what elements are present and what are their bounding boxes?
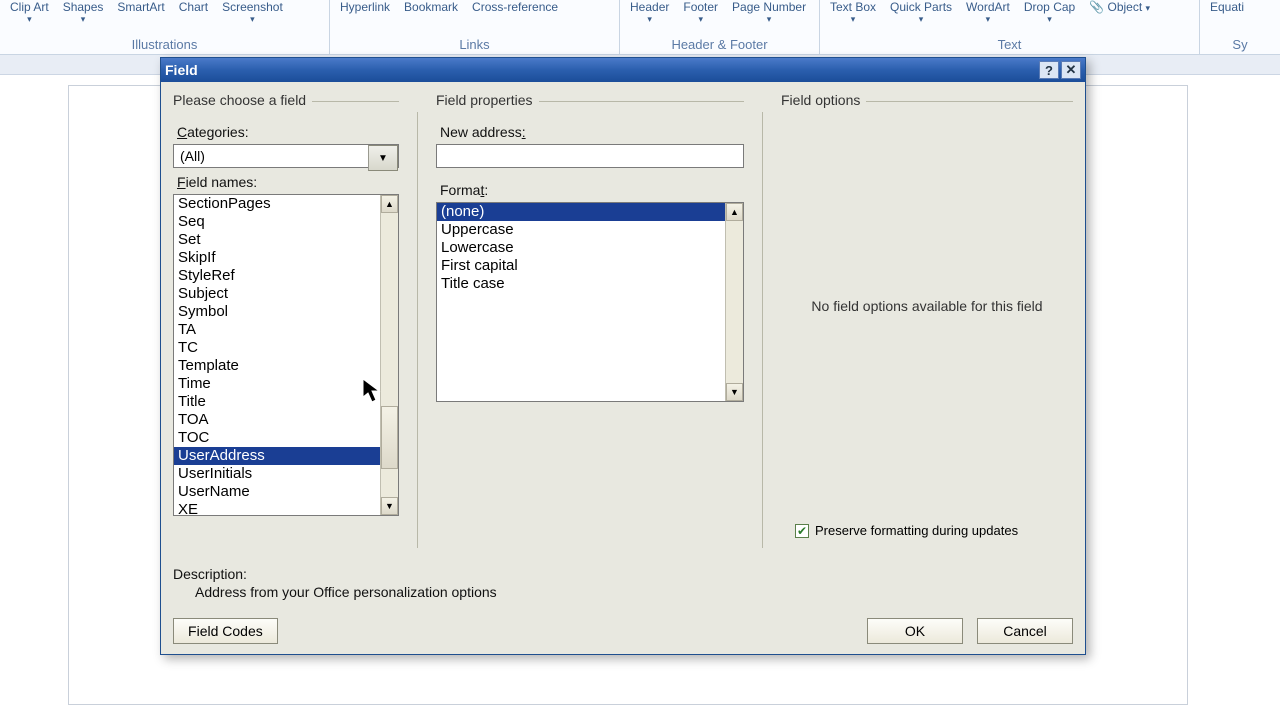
ribbon-group-label: Text bbox=[826, 37, 1193, 54]
ribbon-group-label: Sy bbox=[1206, 37, 1274, 54]
no-options-message: No field options available for this fiel… bbox=[781, 298, 1073, 314]
ribbon-item-wordart[interactable]: WordArt▾ bbox=[962, 0, 1014, 25]
scrollbar[interactable]: ▲ ▼ bbox=[725, 203, 743, 401]
ribbon-item-crossref[interactable]: Cross-reference bbox=[468, 0, 562, 14]
ribbon-group-label: Header & Footer bbox=[626, 37, 813, 54]
list-item[interactable]: UserInitials bbox=[174, 465, 380, 483]
field-properties-label: Field properties bbox=[436, 92, 533, 108]
ribbon-item-shapes[interactable]: Shapes▾ bbox=[59, 0, 108, 25]
scroll-down-icon[interactable]: ▼ bbox=[381, 497, 398, 515]
description-text: Address from your Office personalization… bbox=[195, 584, 1073, 600]
ribbon-item-object[interactable]: 📎 Object ▾ bbox=[1085, 0, 1154, 14]
chevron-down-icon[interactable]: ▼ bbox=[368, 145, 398, 171]
list-item[interactable]: First capital bbox=[437, 257, 725, 275]
dialog-titlebar[interactable]: Field ? ✕ bbox=[161, 58, 1085, 82]
list-item[interactable]: TOA bbox=[174, 411, 380, 429]
list-item[interactable]: SkipIf bbox=[174, 249, 380, 267]
list-item[interactable]: StyleRef bbox=[174, 267, 380, 285]
scroll-down-icon[interactable]: ▼ bbox=[726, 383, 743, 401]
format-label: Format: bbox=[440, 182, 744, 198]
list-item[interactable]: Uppercase bbox=[437, 221, 725, 239]
new-address-label: New address: bbox=[440, 124, 744, 140]
list-item[interactable]: Time bbox=[174, 375, 380, 393]
checkbox-icon[interactable]: ✔ bbox=[795, 524, 809, 538]
list-item[interactable]: (none) bbox=[437, 203, 725, 221]
field-codes-button[interactable]: Field Codes bbox=[173, 618, 278, 644]
ribbon-item-equation[interactable]: Equati bbox=[1206, 0, 1248, 14]
list-item[interactable]: Symbol bbox=[174, 303, 380, 321]
ribbon-item-bookmark[interactable]: Bookmark bbox=[400, 0, 462, 14]
ribbon-group-illustrations: Clip Art▾ Shapes▾ SmartArt Chart Screens… bbox=[0, 0, 330, 54]
ribbon-group-label: Links bbox=[336, 37, 613, 54]
close-button[interactable]: ✕ bbox=[1061, 61, 1081, 79]
ribbon-item-dropcap[interactable]: Drop Cap▾ bbox=[1020, 0, 1079, 25]
categories-value: (All) bbox=[174, 145, 368, 167]
ribbon-group-symbols: Equati Sy bbox=[1200, 0, 1280, 54]
ribbon-item-pagenumber[interactable]: Page Number▾ bbox=[728, 0, 810, 25]
help-button[interactable]: ? bbox=[1039, 61, 1059, 79]
list-item[interactable]: Title case bbox=[437, 275, 725, 293]
list-item[interactable]: Set bbox=[174, 231, 380, 249]
preserve-formatting-checkbox[interactable]: ✔ Preserve formatting during updates bbox=[795, 523, 1073, 538]
list-item[interactable]: Title bbox=[174, 393, 380, 411]
ribbon-group-headerfooter: Header▾ Footer▾ Page Number▾ Header & Fo… bbox=[620, 0, 820, 54]
cancel-button[interactable]: Cancel bbox=[977, 618, 1073, 644]
list-item[interactable]: Seq bbox=[174, 213, 380, 231]
format-list[interactable]: (none)UppercaseLowercaseFirst capitalTit… bbox=[436, 202, 744, 402]
field-names-list[interactable]: SectionPagesSeqSetSkipIfStyleRefSubjectS… bbox=[173, 194, 399, 516]
preserve-label: Preserve formatting during updates bbox=[815, 523, 1018, 538]
ok-button[interactable]: OK bbox=[867, 618, 963, 644]
ribbon-item-screenshot[interactable]: Screenshot▾ bbox=[218, 0, 287, 25]
list-item[interactable]: Template bbox=[174, 357, 380, 375]
scroll-up-icon[interactable]: ▲ bbox=[381, 195, 398, 213]
ribbon-item-chart[interactable]: Chart bbox=[175, 0, 212, 14]
list-item[interactable]: TOC bbox=[174, 429, 380, 447]
new-address-input[interactable] bbox=[436, 144, 744, 168]
ribbon-item-smartart[interactable]: SmartArt bbox=[113, 0, 168, 14]
description-label: Description: bbox=[173, 566, 1073, 582]
categories-combo[interactable]: (All) ▼ bbox=[173, 144, 399, 168]
list-item[interactable]: UserAddress bbox=[174, 447, 380, 465]
ribbon-item-textbox[interactable]: Text Box▾ bbox=[826, 0, 880, 25]
list-item[interactable]: XE bbox=[174, 501, 380, 515]
ribbon-group-text: Text Box▾ Quick Parts▾ WordArt▾ Drop Cap… bbox=[820, 0, 1200, 54]
scrollbar[interactable]: ▲ ▼ bbox=[380, 195, 398, 515]
dialog-title: Field bbox=[165, 62, 198, 78]
field-dialog: Field ? ✕ Please choose a field Categori… bbox=[160, 57, 1086, 655]
list-item[interactable]: TC bbox=[174, 339, 380, 357]
ribbon-item-header[interactable]: Header▾ bbox=[626, 0, 673, 25]
list-item[interactable]: SectionPages bbox=[174, 195, 380, 213]
ribbon-group-links: Hyperlink Bookmark Cross-reference Links bbox=[330, 0, 620, 54]
divider bbox=[762, 112, 763, 548]
ribbon-item-hyperlink[interactable]: Hyperlink bbox=[336, 0, 394, 14]
ribbon-item-quickparts[interactable]: Quick Parts▾ bbox=[886, 0, 956, 25]
divider bbox=[417, 112, 418, 548]
field-options-label: Field options bbox=[781, 92, 860, 108]
choose-field-label: Please choose a field bbox=[173, 92, 306, 108]
scroll-up-icon[interactable]: ▲ bbox=[726, 203, 743, 221]
ribbon-group-label: Illustrations bbox=[6, 37, 323, 54]
ribbon-item-footer[interactable]: Footer▾ bbox=[679, 0, 722, 25]
categories-label: Categories: bbox=[177, 124, 399, 140]
list-item[interactable]: UserName bbox=[174, 483, 380, 501]
fieldnames-label: Field names: bbox=[177, 174, 399, 190]
ribbon: Clip Art▾ Shapes▾ SmartArt Chart Screens… bbox=[0, 0, 1280, 55]
list-item[interactable]: Subject bbox=[174, 285, 380, 303]
list-item[interactable]: Lowercase bbox=[437, 239, 725, 257]
list-item[interactable]: TA bbox=[174, 321, 380, 339]
ribbon-item-clipart[interactable]: Clip Art▾ bbox=[6, 0, 53, 25]
